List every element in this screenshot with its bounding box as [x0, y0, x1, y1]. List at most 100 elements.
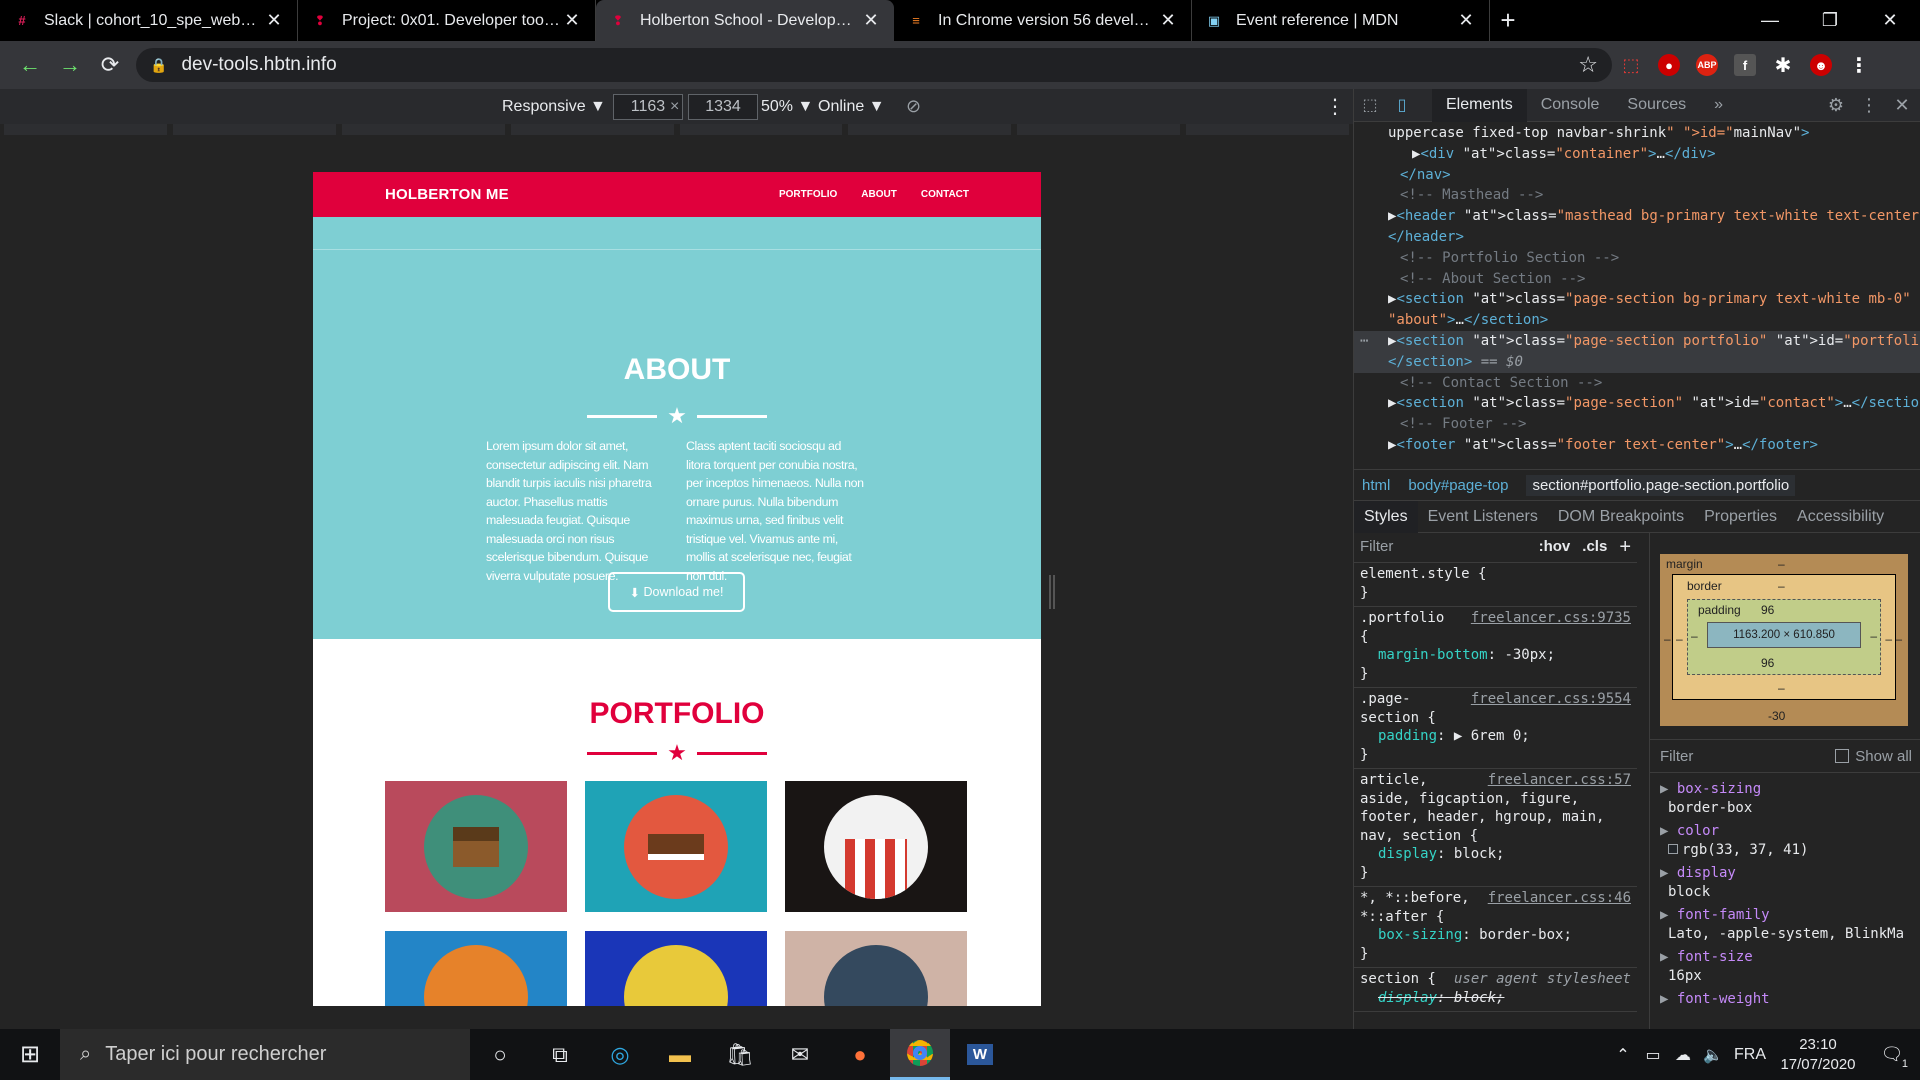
media-query-bar[interactable]: [0, 124, 1353, 137]
tab-3[interactable]: ≡ In Chrome version 56 developer t ✕: [894, 0, 1192, 41]
css-rule[interactable]: freelancer.css:9554 .page-section {paddin…: [1354, 688, 1637, 769]
dom-node[interactable]: ⋯ ▶<section "at">class="page-section port…: [1354, 330, 1920, 352]
dom-node[interactable]: uppercase fixed-top navbar-shrink" ">id=…: [1354, 123, 1920, 144]
tab-1[interactable]: ❢ Project: 0x01. Developer tools | H ✕: [298, 0, 596, 41]
close-tab-icon[interactable]: ✕: [1157, 10, 1179, 31]
nav-link-about[interactable]: ABOUT: [861, 189, 897, 200]
css-rule[interactable]: freelancer.css:9735 .portfolio{margin-bot…: [1354, 607, 1637, 688]
tab-2[interactable]: ❢ Holberton School - Developer to ✕: [596, 0, 894, 41]
margin-left-value[interactable]: –: [1664, 632, 1671, 646]
rule-source-link[interactable]: freelancer.css:9735: [1471, 609, 1631, 628]
nav-link-portfolio[interactable]: PORTFOLIO: [779, 189, 837, 200]
language-indicator[interactable]: FRA: [1728, 1029, 1772, 1080]
mail-icon[interactable]: ✉: [770, 1029, 830, 1080]
cortana-icon[interactable]: ○: [470, 1029, 530, 1080]
word-icon[interactable]: W: [950, 1029, 1010, 1080]
devtools-menu-icon[interactable]: ⋮: [1854, 95, 1884, 116]
crumb-body[interactable]: body#page-top: [1408, 477, 1508, 494]
margin-top-value[interactable]: –: [1778, 557, 1785, 571]
padding-bottom-value[interactable]: 96: [1761, 656, 1774, 670]
task-view-icon[interactable]: ⧉: [530, 1029, 590, 1080]
tab-console[interactable]: Console: [1527, 89, 1614, 122]
resize-handle[interactable]: [1049, 575, 1055, 609]
css-rule[interactable]: freelancer.css:57 article, aside, figcapti…: [1354, 769, 1637, 887]
node-actions-icon[interactable]: ⋯: [1360, 331, 1368, 352]
bookmark-star-icon[interactable]: ☆: [1578, 52, 1598, 78]
computed-property[interactable]: ▶ box-sizing border-box: [1650, 778, 1920, 820]
content-box[interactable]: 1163.200 × 610.850: [1707, 622, 1861, 648]
tab-4[interactable]: ▣ Event reference | MDN ✕: [1192, 0, 1490, 41]
site-brand[interactable]: HOLBERTON ME: [385, 186, 755, 203]
subtab-dom-breakpoints[interactable]: DOM Breakpoints: [1548, 501, 1694, 533]
css-declaration[interactable]: margin-bottom: -30px;: [1360, 646, 1631, 665]
dom-node[interactable]: ▶<footer "at">class="footer text-center"…: [1354, 435, 1920, 456]
settings-gear-icon[interactable]: ⚙: [1818, 95, 1854, 116]
close-tab-icon[interactable]: ✕: [561, 10, 583, 31]
height-input[interactable]: 1334: [688, 93, 758, 120]
dom-node[interactable]: <!-- About Section -->: [1354, 269, 1920, 290]
computed-filter-input[interactable]: Filter: [1660, 748, 1835, 765]
facebook-extension-icon[interactable]: f: [1726, 46, 1764, 84]
dom-node[interactable]: ▶<header "at">class="masthead bg-primary…: [1354, 206, 1920, 227]
notification-center-icon[interactable]: 🗨 1: [1864, 1029, 1920, 1080]
close-window-button[interactable]: ✕: [1860, 0, 1920, 41]
close-tab-icon[interactable]: ✕: [860, 10, 882, 31]
tab-elements[interactable]: Elements: [1432, 88, 1527, 122]
border-bottom-value[interactable]: –: [1778, 681, 1785, 695]
portfolio-item-4[interactable]: [385, 931, 567, 1006]
close-devtools-icon[interactable]: ✕: [1884, 95, 1920, 116]
windows-start-icon[interactable]: ⊞: [0, 1029, 60, 1080]
styles-filter-input[interactable]: Filter: [1360, 538, 1539, 557]
inspect-element-icon[interactable]: ⬚: [1354, 95, 1386, 115]
dom-node[interactable]: ▶<div "at">class="container">…</div>: [1354, 144, 1920, 165]
rotate-icon[interactable]: ⊘: [906, 96, 921, 117]
crumb-section[interactable]: section#portfolio.page-section.portfolio: [1526, 474, 1796, 496]
hov-toggle[interactable]: :hov: [1539, 538, 1571, 557]
css-rule[interactable]: element.style {}: [1354, 563, 1637, 607]
css-declaration[interactable]: box-sizing: border-box;: [1360, 926, 1631, 945]
close-tab-icon[interactable]: ✕: [263, 10, 285, 31]
rule-source-link[interactable]: freelancer.css:9554: [1471, 690, 1631, 709]
back-button[interactable]: ←: [10, 45, 50, 85]
more-tabs-button[interactable]: »: [1700, 89, 1737, 122]
close-tab-icon[interactable]: ✕: [1455, 10, 1477, 31]
edge-icon[interactable]: ◎: [590, 1029, 650, 1080]
border-left-value[interactable]: –: [1676, 632, 1683, 646]
rule-source-link[interactable]: freelancer.css:46: [1488, 889, 1631, 908]
chrome-menu-icon[interactable]: ⋮: [1840, 46, 1878, 84]
border-right-value[interactable]: –: [1885, 632, 1892, 646]
padding-right-value[interactable]: –: [1870, 629, 1877, 643]
margin-right-value[interactable]: –: [1895, 632, 1902, 646]
file-explorer-icon[interactable]: ▬: [650, 1029, 710, 1080]
subtab-styles[interactable]: Styles: [1354, 500, 1418, 533]
computed-property[interactable]: ▶ display block: [1650, 862, 1920, 904]
adblock-plus-icon[interactable]: ABP: [1688, 46, 1726, 84]
css-declaration[interactable]: padding: ▶ 6rem 0;: [1360, 727, 1631, 746]
volume-icon[interactable]: 🔈: [1698, 1029, 1728, 1080]
portfolio-item-circus[interactable]: [785, 781, 967, 912]
dom-node[interactable]: </section> == $0: [1354, 351, 1920, 373]
network-throttle-dropdown[interactable]: Online ▼: [818, 98, 885, 116]
padding-left-value[interactable]: –: [1691, 629, 1698, 643]
taskbar-search[interactable]: ⌕ Taper ici pour rechercher: [60, 1029, 470, 1080]
computed-property[interactable]: ▶ font-family Lato, -apple-system, BlinkM…: [1650, 904, 1920, 946]
dom-node[interactable]: "about">…</section>: [1354, 310, 1920, 331]
portfolio-item-cabin[interactable]: [385, 781, 567, 912]
dom-node[interactable]: <!-- Masthead -->: [1354, 185, 1920, 206]
download-button[interactable]: ⬇ Download me!: [608, 572, 745, 612]
dom-node[interactable]: </header>: [1354, 227, 1920, 248]
css-declaration[interactable]: display: block;: [1360, 845, 1631, 864]
ublock-extension-icon[interactable]: ●: [1650, 46, 1688, 84]
profile-avatar[interactable]: ☻: [1802, 46, 1840, 84]
nav-link-contact[interactable]: CONTACT: [921, 189, 969, 200]
dom-node[interactable]: <!-- Portfolio Section -->: [1354, 248, 1920, 269]
subtab-properties[interactable]: Properties: [1694, 501, 1787, 533]
tab-sources[interactable]: Sources: [1613, 89, 1700, 122]
tab-0[interactable]: # Slack | cohort_10_spe_web_stack ✕: [0, 0, 298, 41]
cls-toggle[interactable]: .cls: [1582, 538, 1607, 557]
crumb-html[interactable]: html: [1362, 477, 1390, 494]
portfolio-item-5[interactable]: [585, 931, 767, 1006]
device-more-icon[interactable]: ⋮: [1325, 94, 1345, 119]
tray-expand-icon[interactable]: ⌃: [1608, 1029, 1638, 1080]
dom-node[interactable]: </nav>: [1354, 165, 1920, 186]
